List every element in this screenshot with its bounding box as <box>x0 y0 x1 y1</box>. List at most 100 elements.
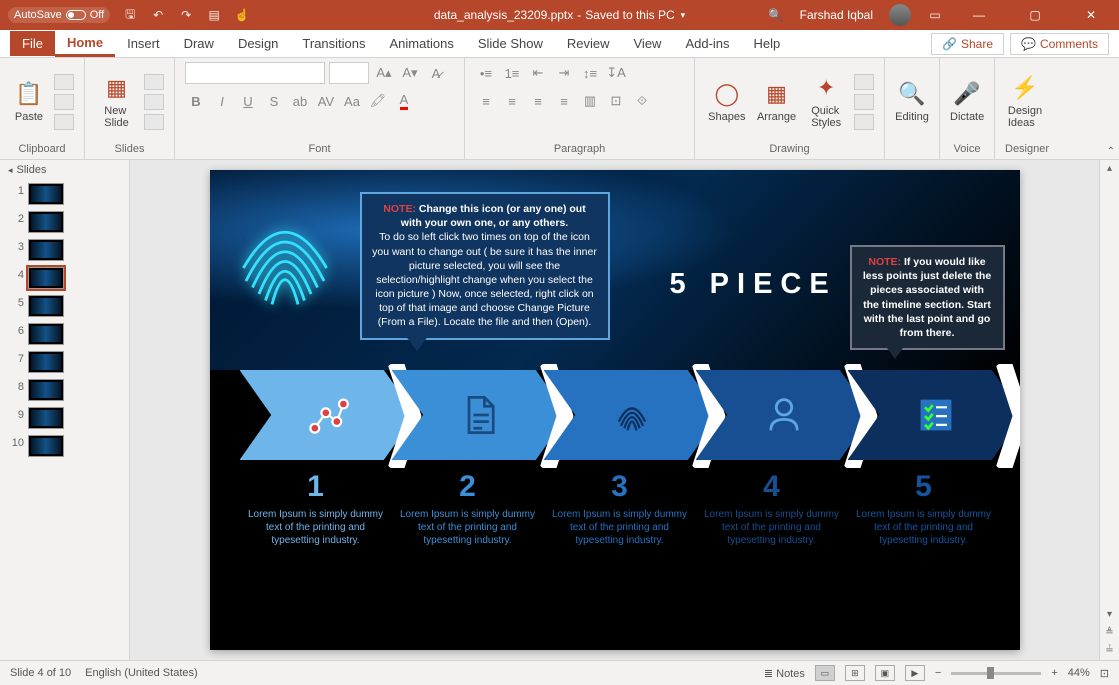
step-5-number[interactable]: 5 <box>856 470 992 504</box>
chevron-2[interactable] <box>392 370 568 460</box>
fit-to-window-button[interactable]: ⊡ <box>1100 667 1109 680</box>
copy-button[interactable] <box>54 94 74 110</box>
zoom-level[interactable]: 44% <box>1068 667 1090 679</box>
prev-slide-button[interactable]: ≜ <box>1100 624 1119 642</box>
chevron-3[interactable] <box>544 370 720 460</box>
slideshow-view-button[interactable]: ▶ <box>905 665 925 681</box>
slide-thumbnail-3[interactable]: 3 <box>0 236 129 264</box>
shape-outline-button[interactable] <box>854 94 874 110</box>
format-painter-button[interactable] <box>54 114 74 130</box>
search-icon[interactable]: 🔍 <box>768 8 784 22</box>
step-4-number[interactable]: 4 <box>704 470 840 504</box>
slide-thumbnail-4[interactable]: 4 <box>0 264 129 292</box>
tab-insert[interactable]: Insert <box>115 31 172 56</box>
scroll-down-button[interactable]: ▾ <box>1100 606 1119 624</box>
shape-effects-button[interactable] <box>854 114 874 130</box>
line-spacing-button[interactable]: ↕≡ <box>579 62 601 84</box>
touch-icon[interactable]: ☝ <box>234 8 250 22</box>
slides-header[interactable]: Slides <box>0 160 129 180</box>
minimize-button[interactable]: — <box>959 8 999 22</box>
comments-button[interactable]: 💬Comments <box>1010 33 1109 55</box>
columns-button[interactable]: ▥ <box>579 90 601 112</box>
case-button[interactable]: Aa <box>341 90 363 112</box>
shadow-button[interactable]: ab <box>289 90 311 112</box>
save-icon[interactable]: 🖫 <box>122 5 138 26</box>
slide-thumbnail-1[interactable]: 1 <box>0 180 129 208</box>
tab-view[interactable]: View <box>622 31 674 56</box>
zoom-in-button[interactable]: + <box>1051 667 1057 679</box>
font-family-select[interactable] <box>185 62 325 84</box>
tab-addins[interactable]: Add-ins <box>673 31 741 56</box>
indent-dec-button[interactable]: ⇤ <box>527 62 549 84</box>
slide-canvas-area[interactable]: 5 PIECE TI NOTE: Change this icon (or an… <box>130 160 1099 660</box>
chevron-1[interactable] <box>240 370 416 460</box>
design-ideas-button[interactable]: ⚡Design Ideas <box>1005 75 1045 129</box>
undo-icon[interactable]: ↶ <box>150 8 166 22</box>
tab-file[interactable]: File <box>10 31 55 56</box>
reading-view-button[interactable]: ▣ <box>875 665 895 681</box>
user-name[interactable]: Farshad Iqbal <box>800 8 873 22</box>
spacing-button[interactable]: AV <box>315 90 337 112</box>
redo-icon[interactable]: ↷ <box>178 8 194 22</box>
step-2-text[interactable]: Lorem Ipsum is simply dummy text of the … <box>400 508 536 547</box>
highlight-button[interactable]: 🖍 <box>367 90 389 112</box>
tab-draw[interactable]: Draw <box>172 31 226 56</box>
increase-font-button[interactable]: A▴ <box>373 62 395 84</box>
font-color-button[interactable]: A <box>393 90 415 112</box>
save-status[interactable]: Saved to this PC <box>585 8 674 22</box>
timeline[interactable] <box>240 370 1000 470</box>
editing-button[interactable]: 🔍Editing <box>895 81 929 123</box>
slide-thumbnail-6[interactable]: 6 <box>0 320 129 348</box>
decrease-font-button[interactable]: A▾ <box>399 62 421 84</box>
align-left-button[interactable]: ≡ <box>475 90 497 112</box>
quick-styles-button[interactable]: ✦Quick Styles <box>804 75 848 129</box>
chevron-4[interactable] <box>696 370 872 460</box>
vertical-scrollbar[interactable]: ▴ ▾ ≜ ≟ <box>1099 160 1119 660</box>
tab-home[interactable]: Home <box>55 30 115 57</box>
font-size-select[interactable] <box>329 62 369 84</box>
dictate-button[interactable]: 🎤Dictate <box>950 81 984 123</box>
text-direction-button[interactable]: ↧A <box>605 62 627 84</box>
next-slide-button[interactable]: ≟ <box>1100 642 1119 660</box>
tab-design[interactable]: Design <box>226 31 290 56</box>
shape-fill-button[interactable] <box>854 74 874 90</box>
align-center-button[interactable]: ≡ <box>501 90 523 112</box>
cut-button[interactable] <box>54 74 74 90</box>
slide-counter[interactable]: Slide 4 of 10 <box>10 667 71 679</box>
underline-button[interactable]: U <box>237 90 259 112</box>
language-status[interactable]: English (United States) <box>85 667 198 679</box>
step-3-number[interactable]: 3 <box>552 470 688 504</box>
new-slide-button[interactable]: ▦New Slide <box>95 75 138 129</box>
italic-button[interactable]: I <box>211 90 233 112</box>
step-3-text[interactable]: Lorem Ipsum is simply dummy text of the … <box>552 508 688 547</box>
share-button[interactable]: 🔗Share <box>931 33 1004 55</box>
align-text-button[interactable]: ⊡ <box>605 90 627 112</box>
slide-thumbnail-8[interactable]: 8 <box>0 376 129 404</box>
callout-icon-note[interactable]: NOTE: Change this icon (or any one) out … <box>360 192 610 340</box>
slide-thumbnail-9[interactable]: 9 <box>0 404 129 432</box>
zoom-out-button[interactable]: − <box>935 667 941 679</box>
paste-button[interactable]: 📋Paste <box>10 81 48 123</box>
layout-button[interactable] <box>144 74 164 90</box>
scroll-up-button[interactable]: ▴ <box>1100 160 1119 178</box>
sorter-view-button[interactable]: ⊞ <box>845 665 865 681</box>
present-icon[interactable]: ▤ <box>206 8 222 22</box>
notes-button[interactable]: ≣ Notes <box>764 667 805 680</box>
slide-thumbnail-10[interactable]: 10 <box>0 432 129 460</box>
tab-help[interactable]: Help <box>742 31 793 56</box>
slide[interactable]: 5 PIECE TI NOTE: Change this icon (or an… <box>210 170 1020 650</box>
autosave-toggle[interactable]: AutoSave Off <box>8 7 110 23</box>
tab-review[interactable]: Review <box>555 31 622 56</box>
strike-button[interactable]: S <box>263 90 285 112</box>
bullets-button[interactable]: •≡ <box>475 62 497 84</box>
chevron-5[interactable] <box>848 370 1020 460</box>
align-right-button[interactable]: ≡ <box>527 90 549 112</box>
ribbon-display-icon[interactable]: ▭ <box>927 8 943 22</box>
reset-button[interactable] <box>144 94 164 110</box>
close-button[interactable]: ✕ <box>1071 8 1111 22</box>
slide-thumbnail-2[interactable]: 2 <box>0 208 129 236</box>
smartart-button[interactable]: ⟐ <box>631 90 653 112</box>
slide-thumbnail-5[interactable]: 5 <box>0 292 129 320</box>
zoom-slider[interactable] <box>951 672 1041 675</box>
bold-button[interactable]: B <box>185 90 207 112</box>
